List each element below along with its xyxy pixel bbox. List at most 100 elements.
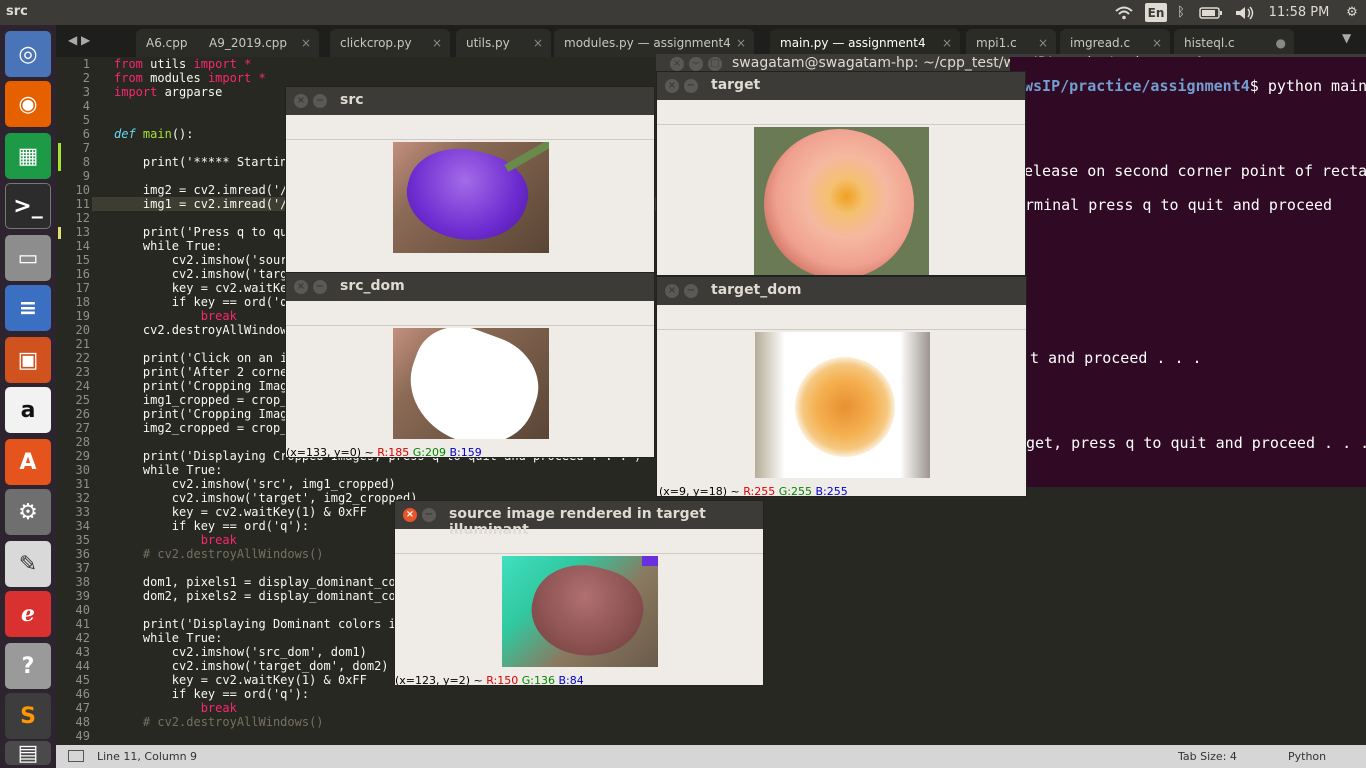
code-line: dom1, pixels1 = display_dominant_col xyxy=(114,575,403,589)
line-number: 1 xyxy=(82,57,90,71)
code-line: if key == ord('q'): xyxy=(114,687,310,701)
rendered-image xyxy=(502,556,658,667)
tab-histeql-c[interactable]: histeql.c ● xyxy=(1174,29,1294,57)
keyboard-layout-indicator[interactable]: En xyxy=(1145,3,1167,22)
terminal-window[interactable]: wsIP/practice/assignment4$ python main e… xyxy=(1010,57,1366,487)
window-titlebar[interactable]: × − target_dom xyxy=(657,277,1026,305)
src-image-window[interactable]: × − src xyxy=(285,86,655,274)
window-titlebar[interactable]: × − src xyxy=(286,87,654,115)
code-line: while True: xyxy=(114,463,223,477)
dash-home-icon[interactable]: ◎ xyxy=(5,31,51,77)
minimize-icon[interactable]: − xyxy=(313,280,327,294)
line-number: 13 xyxy=(75,225,90,239)
calc-spreadsheet-icon[interactable]: ▦ xyxy=(5,133,51,179)
git-change-marker xyxy=(58,227,61,239)
code-line: cv2.imshow('target', img2_cropped) xyxy=(114,491,418,505)
settings-icon[interactable]: ⚙ xyxy=(5,489,51,535)
text-editor-icon[interactable]: ✎ xyxy=(5,541,51,587)
close-icon[interactable]: × xyxy=(432,36,442,50)
code-line: print('***** Starting xyxy=(114,155,295,169)
gear-icon[interactable]: ⚙ xyxy=(1342,3,1362,22)
minimize-icon[interactable]: − xyxy=(422,508,436,522)
code-line: img2 = cv2.imread('/h xyxy=(114,183,295,197)
line-number: 2 xyxy=(82,71,90,85)
close-icon[interactable]: × xyxy=(1038,36,1048,50)
close-icon[interactable]: × xyxy=(736,36,746,50)
syntax-selector[interactable]: Python xyxy=(1288,750,1326,763)
tab-bar: ◀ ▶ A6.cpp × A9_2019.cpp × clickcrop.py × u… xyxy=(56,25,1366,57)
line-number: 12 xyxy=(75,211,90,225)
dominant-color-flower xyxy=(795,357,895,457)
tab-mpi1-c[interactable]: mpi1.c × xyxy=(966,29,1056,57)
line-number: 29 xyxy=(75,449,90,463)
terminal-line: elease on second corner point of rectan xyxy=(1024,162,1366,180)
minimize-icon[interactable]: − xyxy=(684,284,698,298)
amazon-icon[interactable]: a xyxy=(5,387,51,433)
firefox-icon[interactable]: ◉ xyxy=(5,81,51,127)
sublime-text-icon[interactable]: S xyxy=(5,693,51,739)
pixel-readout: (x=133, y=0) ~ R:185 G:209 B:159 xyxy=(286,446,482,458)
target-dom-window[interactable]: × − target_dom (x=9, y=18) ~ R:255 G:255… xyxy=(656,276,1027,497)
code-line: key = cv2.waitKey xyxy=(114,281,295,295)
tab-overflow-icon[interactable]: ▼ xyxy=(1342,31,1351,45)
close-icon[interactable]: × xyxy=(301,36,311,50)
window-titlebar[interactable]: × − src_dom xyxy=(286,273,654,301)
rendered-image-window[interactable]: × − source image rendered in target illu… xyxy=(394,500,764,686)
minimize-icon[interactable]: − xyxy=(313,94,327,108)
tab-label: main.py — assignment4 xyxy=(780,36,926,50)
cursor-position: Line 11, Column 9 xyxy=(97,750,198,763)
bluetooth-icon[interactable]: ᛒ xyxy=(1173,3,1189,22)
maximize-icon[interactable]: □ xyxy=(708,57,722,71)
window-titlebar[interactable]: × − source image rendered in target illu… xyxy=(395,501,763,538)
tab-a9-2019-cpp[interactable]: A9_2019.cpp × xyxy=(199,29,319,57)
line-number: 9 xyxy=(82,169,90,183)
battery-icon[interactable] xyxy=(1197,3,1225,22)
close-icon[interactable]: × xyxy=(294,280,308,294)
impress-presentation-icon[interactable]: ▣ xyxy=(5,337,51,383)
line-number: 36 xyxy=(75,547,90,561)
code-line: print('Cropping Image xyxy=(114,407,295,421)
tab-label: histeql.c xyxy=(1184,36,1235,50)
close-icon[interactable]: × xyxy=(942,36,952,50)
src-dom-image xyxy=(393,328,549,439)
pdf-reader-icon[interactable]: ℯ xyxy=(5,591,51,637)
code-line: if key == ord('q'): xyxy=(114,519,310,533)
launcher: ◎ ◉ ▦ >_ ▭ ≡ ▣ a A ⚙ ✎ ℯ ? S ▤ xyxy=(0,25,56,768)
target-image-window[interactable]: × − target xyxy=(656,71,1026,276)
tab-modules-py[interactable]: modules.py — assignment4 × xyxy=(554,29,754,57)
close-icon[interactable]: × xyxy=(294,94,308,108)
src-dom-window[interactable]: × − src_dom (x=133, y=0) ~ R:185 G:209 B… xyxy=(285,272,655,458)
tab-nav-arrows-icon[interactable]: ◀ ▶ xyxy=(68,33,90,47)
window-titlebar[interactable]: × − target xyxy=(657,72,1025,100)
recolored-flower xyxy=(522,556,652,667)
panel-toggle-icon[interactable] xyxy=(68,750,84,762)
tab-imgread-c[interactable]: imgread.c × xyxy=(1060,29,1170,57)
close-icon[interactable]: × xyxy=(403,508,417,522)
software-center-icon[interactable]: A xyxy=(5,439,51,485)
trash-icon[interactable]: ▤ xyxy=(5,741,51,766)
help-icon[interactable]: ? xyxy=(5,643,51,689)
code-line: # cv2.destroyAllWindows() xyxy=(114,715,324,729)
close-icon[interactable]: × xyxy=(665,79,679,93)
close-icon[interactable]: × xyxy=(533,36,543,50)
terminal-icon[interactable]: >_ xyxy=(5,183,51,229)
close-icon[interactable]: × xyxy=(1152,36,1162,50)
files-icon[interactable]: ▭ xyxy=(5,235,51,281)
close-icon[interactable]: × xyxy=(670,57,684,71)
tab-main-py[interactable]: main.py — assignment4 × xyxy=(770,29,960,57)
clock[interactable]: 11:58 PM xyxy=(1266,3,1332,22)
wifi-icon[interactable] xyxy=(1113,3,1135,22)
close-icon[interactable]: × xyxy=(665,284,679,298)
tab-clickcrop-py[interactable]: clickcrop.py × xyxy=(330,29,450,57)
writer-document-icon[interactable]: ≡ xyxy=(5,285,51,331)
minimize-icon[interactable]: − xyxy=(689,57,703,71)
tab-utils-py[interactable]: utils.py × xyxy=(456,29,551,57)
minimize-icon[interactable]: − xyxy=(684,79,698,93)
line-number: 46 xyxy=(75,687,90,701)
volume-icon[interactable] xyxy=(1233,3,1257,22)
tab-size-selector[interactable]: Tab Size: 4 xyxy=(1178,750,1237,763)
code-line: key = cv2.waitKey(1) & 0xFF xyxy=(114,673,367,687)
modified-dot-icon[interactable]: ● xyxy=(1276,36,1286,50)
code-line: cv2.imshow('src', img1_cropped) xyxy=(114,477,396,491)
tab-label: A9_2019.cpp xyxy=(209,36,288,50)
